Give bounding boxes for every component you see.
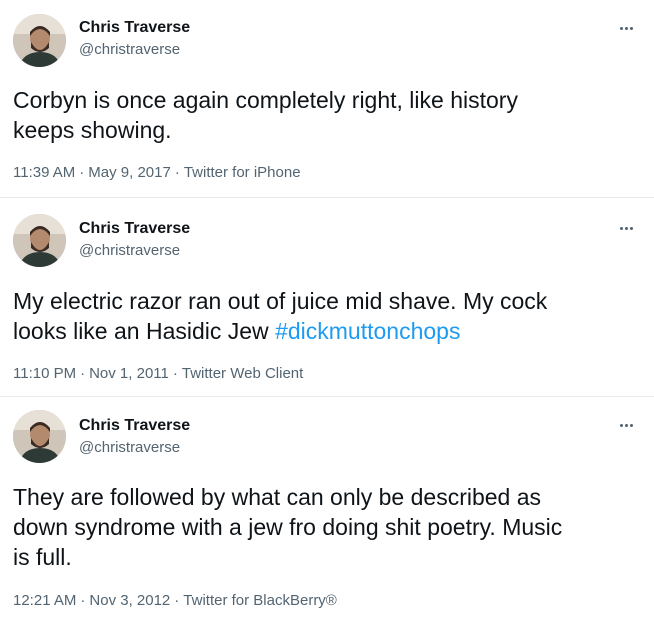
- tweet-text-line: looks like an Hasidic Jew #dickmuttoncho…: [13, 316, 638, 346]
- tweet-text-line: down syndrome with a jew fro doing shit …: [13, 514, 563, 540]
- meta-separator: ·: [174, 592, 180, 609]
- tweet-card[interactable]: Chris Traverse @christraverse They are f…: [0, 397, 654, 624]
- tweet-time[interactable]: 11:10 PM: [13, 365, 76, 382]
- meta-separator: ·: [172, 365, 178, 382]
- tweet-text-line: is full.: [13, 544, 72, 570]
- author-handle[interactable]: @christraverse: [79, 41, 180, 58]
- meta-separator: ·: [79, 164, 85, 181]
- meta-separator: ·: [80, 365, 86, 382]
- tweet-text-line: They are followed by what can only be de…: [13, 484, 542, 510]
- tweet-date[interactable]: Nov 3, 2012: [89, 592, 170, 609]
- tweet-card[interactable]: Chris Traverse @christraverse My electri…: [0, 198, 654, 396]
- tweet-text: Corbyn is once again completely right, l…: [13, 85, 638, 145]
- avatar[interactable]: [13, 14, 66, 67]
- avatar[interactable]: [13, 410, 66, 463]
- tweet-source: Twitter for BlackBerry®: [183, 592, 337, 609]
- author-handle[interactable]: @christraverse: [79, 242, 180, 259]
- tweet-text-line: keeps showing.: [13, 117, 172, 143]
- more-dots-icon[interactable]: [614, 218, 638, 238]
- author-name[interactable]: Chris Traverse: [79, 19, 190, 37]
- meta-separator: ·: [80, 592, 86, 609]
- avatar-image: [13, 14, 66, 67]
- avatar-image: [13, 214, 66, 267]
- tweet-text-segment: looks like an Hasidic Jew: [13, 318, 276, 344]
- author-handle[interactable]: @christraverse: [79, 439, 180, 456]
- author-name[interactable]: Chris Traverse: [79, 220, 190, 238]
- tweet-meta: 11:39 AM · May 9, 2017 · Twitter for iPhone: [13, 164, 301, 181]
- tweet-meta: 11:10 PM · Nov 1, 2011 · Twitter Web Client: [13, 365, 303, 382]
- tweet-source: Twitter for iPhone: [183, 164, 301, 181]
- tweet-date[interactable]: Nov 1, 2011: [89, 365, 169, 382]
- avatar[interactable]: [13, 214, 66, 267]
- author-name[interactable]: Chris Traverse: [79, 417, 190, 435]
- hashtag-link[interactable]: #dickmuttonchops: [275, 318, 460, 344]
- tweet-meta: 12:21 AM · Nov 3, 2012 · Twitter for BlackBe…: [13, 592, 337, 609]
- tweet-text-line: Corbyn is once again completely right, l…: [13, 87, 518, 113]
- tweet-time[interactable]: 12:21 AM: [13, 592, 76, 609]
- meta-separator: ·: [174, 164, 180, 181]
- tweet-date[interactable]: May 9, 2017: [88, 164, 171, 181]
- tweet-text: My electric razor ran out of juice mid s…: [13, 286, 638, 346]
- more-dots-icon[interactable]: [614, 415, 638, 435]
- avatar-image: [13, 410, 66, 463]
- tweet-time[interactable]: 11:39 AM: [13, 164, 75, 181]
- tweet-text-line: My electric razor ran out of juice mid s…: [13, 288, 548, 314]
- tweet-card[interactable]: Chris Traverse @christraverse Corbyn is …: [0, 0, 654, 197]
- more-dots-icon[interactable]: [614, 18, 638, 38]
- tweet-source: Twitter Web Client: [181, 365, 304, 382]
- tweet-text: They are followed by what can only be de…: [13, 482, 638, 572]
